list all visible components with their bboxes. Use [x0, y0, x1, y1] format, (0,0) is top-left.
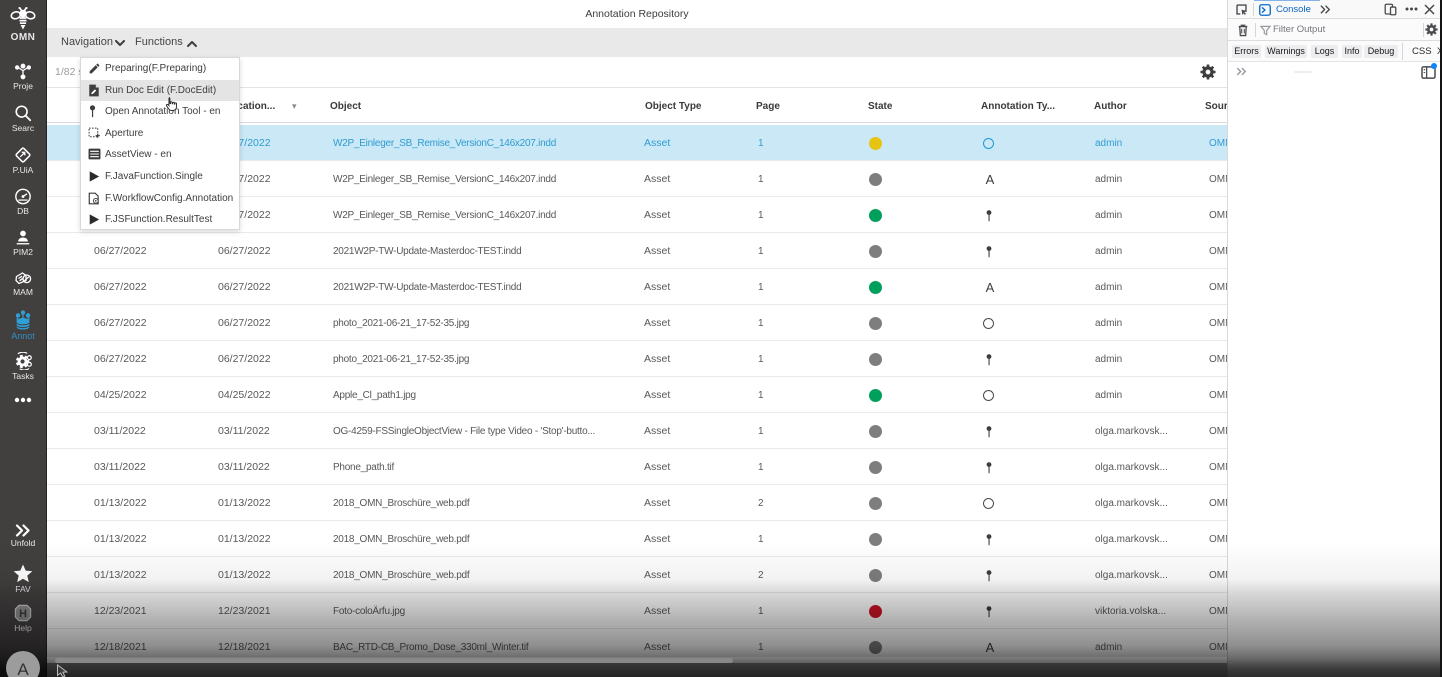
svg-text:H: H [19, 608, 27, 620]
svg-text:A: A [17, 660, 29, 677]
